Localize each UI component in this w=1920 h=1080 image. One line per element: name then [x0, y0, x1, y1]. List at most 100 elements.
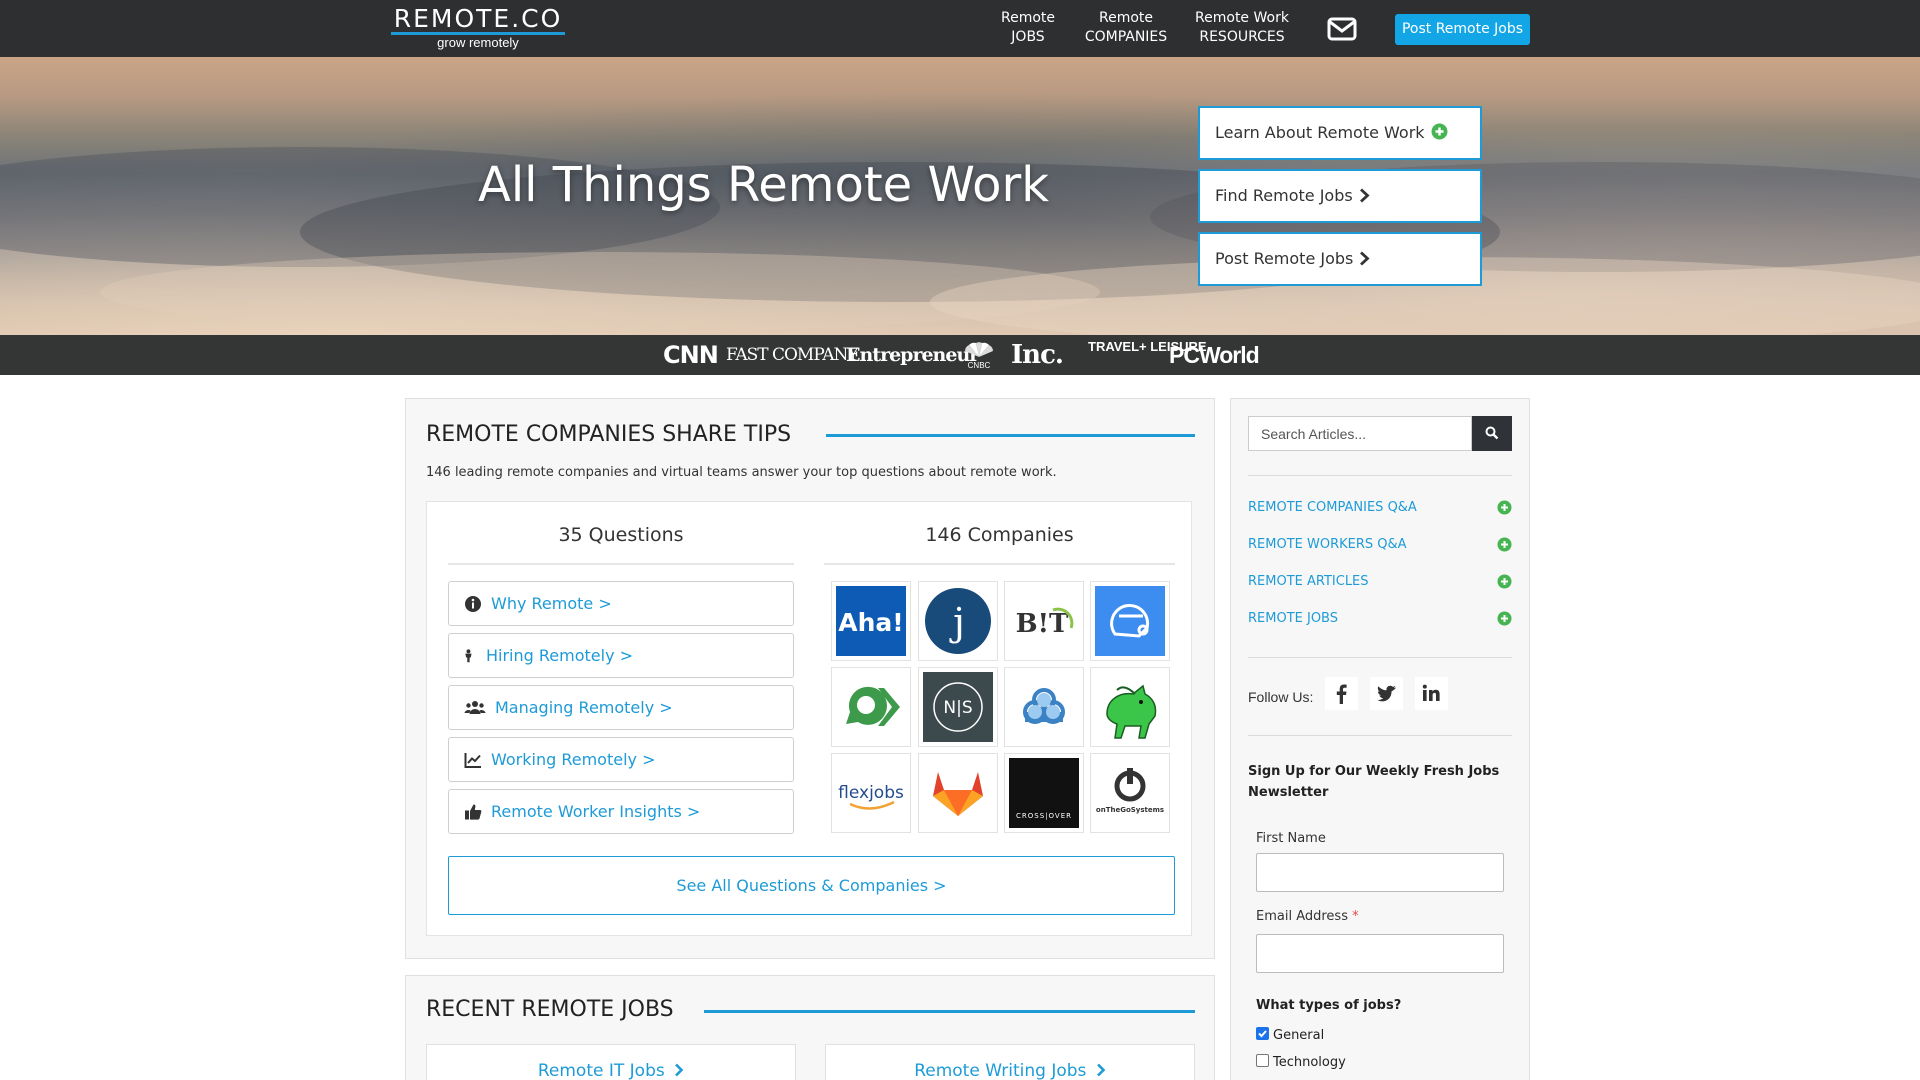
sidebar-divider [1248, 735, 1512, 736]
job-types-label: What types of jobs? [1256, 998, 1402, 1013]
company-logo-flexjobs[interactable]: flexjobs [831, 753, 911, 833]
remote-it-jobs-card[interactable]: Remote IT Jobs [426, 1044, 796, 1080]
managing-remotely-button[interactable]: Managing Remotely > [448, 685, 794, 730]
company-logo-cloud[interactable] [1004, 667, 1084, 747]
info-circle-icon [465, 596, 481, 612]
checkmark-icon [1258, 1030, 1267, 1038]
logo-text: flexjobs [838, 783, 904, 803]
remote-worker-insights-button[interactable]: Remote Worker Insights > [448, 789, 794, 834]
tips-section-title: REMOTE COMPANIES SHARE TIPS [426, 422, 792, 447]
company-logo-speech-arrow[interactable] [831, 667, 911, 747]
hero-button-label: Post Remote Jobs [1215, 249, 1354, 268]
logo-tagline: grow remotely [437, 35, 519, 50]
company-logo-onthegosystems[interactable]: onTheGoSystems [1090, 753, 1170, 833]
nav-link-line1: Remote Work [1195, 10, 1289, 26]
sidebar-divider [1248, 475, 1512, 476]
twitter-icon [1377, 685, 1396, 702]
cnbc-text: CNBC [968, 361, 991, 369]
chevron-right-icon [1096, 1063, 1106, 1077]
sidebar-link-label: REMOTE COMPANIES Q&A [1248, 500, 1417, 515]
general-checkbox-row[interactable]: General [1256, 1027, 1324, 1043]
plus-circle-icon [1497, 611, 1512, 626]
nav-link-line1: Remote [1098, 10, 1154, 26]
plus-circle-icon [1497, 574, 1512, 589]
search-articles-input[interactable] [1248, 416, 1472, 451]
post-remote-jobs-hero-button[interactable]: Post Remote Jobs [1198, 232, 1482, 286]
users-icon [464, 701, 486, 714]
job-card-label: Remote Writing Jobs [914, 1061, 1087, 1080]
find-remote-jobs-button[interactable]: Find Remote Jobs [1198, 169, 1482, 223]
company-logo-bull[interactable] [1090, 667, 1170, 747]
companies-heading: 146 Companies [925, 524, 1074, 546]
general-checkbox[interactable] [1256, 1027, 1269, 1040]
sidebar-link-remote-companies-qa[interactable]: REMOTE COMPANIES Q&A [1248, 497, 1512, 519]
search-icon [1485, 426, 1499, 440]
chevron-right-icon [1359, 173, 1370, 223]
linkedin-icon [1422, 684, 1440, 701]
sidebar-link-remote-articles[interactable]: REMOTE ARTICLES [1248, 571, 1512, 593]
company-logo-helmet[interactable] [1090, 581, 1170, 661]
hero-title: All Things Remote Work [478, 157, 1050, 213]
line-chart-icon [464, 753, 481, 768]
column-rule [448, 563, 794, 565]
questions-heading: 35 Questions [558, 524, 684, 546]
title-rule [704, 1010, 1195, 1013]
nav-link-line1: Remote [1000, 10, 1056, 26]
recent-jobs-panel: RECENT REMOTE JOBS Remote IT Jobs Remote… [405, 975, 1215, 1080]
twitter-button[interactable] [1370, 677, 1403, 710]
plus-circle-icon [1497, 500, 1512, 515]
question-label: Hiring Remotely > [486, 646, 634, 665]
sidebar: REMOTE COMPANIES Q&A REMOTE WORKERS Q&A … [1230, 398, 1530, 1080]
remote-writing-jobs-card[interactable]: Remote Writing Jobs [825, 1044, 1195, 1080]
cnbc-logo: CNBC [963, 339, 995, 379]
technology-checkbox-row[interactable]: Technology [1256, 1054, 1346, 1070]
company-logo-j[interactable]: j [918, 581, 998, 661]
press-logos-bar: CNN FAST COMPANY Entrepreneur CNBC Inc. … [0, 335, 1920, 375]
hero-button-label: Find Remote Jobs [1215, 186, 1353, 205]
facebook-button[interactable] [1325, 677, 1358, 710]
checkbox-label: General [1273, 1028, 1325, 1043]
top-nav: REMOTE.CO grow remotely Remote JOBS Remo… [0, 0, 1920, 57]
newsletter-title: Sign Up for Our Weekly Fresh Jobs Newsle… [1248, 764, 1500, 800]
working-remotely-button[interactable]: Working Remotely > [448, 737, 794, 782]
post-remote-jobs-button[interactable]: Post Remote Jobs [1395, 14, 1530, 45]
nav-remote-jobs[interactable]: Remote JOBS [993, 9, 1063, 47]
first-name-field[interactable] [1256, 853, 1504, 892]
nav-remote-work-resources[interactable]: Remote Work RESOURCES [1190, 9, 1294, 47]
required-asterisk: * [1352, 909, 1359, 924]
company-logo-bit[interactable]: B!T [1004, 581, 1084, 661]
why-remote-button[interactable]: Why Remote > [448, 581, 794, 626]
plus-circle-icon [1497, 537, 1512, 552]
site-logo[interactable]: REMOTE.CO grow remotely [390, 6, 566, 51]
linkedin-button[interactable] [1415, 677, 1448, 710]
email-address-field[interactable] [1256, 934, 1504, 973]
column-rule [824, 563, 1175, 565]
sidebar-link-remote-workers-qa[interactable]: REMOTE WORKERS Q&A [1248, 534, 1512, 556]
company-logo-ns[interactable]: N|S [918, 667, 998, 747]
search-button[interactable] [1472, 416, 1512, 451]
thumbs-up-icon [465, 804, 482, 820]
question-label: Working Remotely > [491, 750, 656, 769]
sidebar-link-remote-jobs[interactable]: REMOTE JOBS [1248, 608, 1512, 630]
hero-button-label: Learn About Remote Work [1215, 123, 1425, 142]
chevron-right-icon [675, 1063, 684, 1077]
fast-company-logo: FAST COMPANY [726, 345, 859, 365]
see-all-questions-companies-button[interactable]: See All Questions & Companies > [448, 856, 1175, 915]
logo-text: REMOTE.CO [393, 4, 563, 33]
nav-link-line2: RESOURCES [1199, 29, 1285, 45]
email-address-label: Email Address * [1256, 909, 1359, 924]
company-logo-crossover[interactable]: CROSS|OVER [1004, 753, 1084, 833]
technology-checkbox[interactable] [1256, 1054, 1269, 1067]
sidebar-link-label: REMOTE ARTICLES [1248, 574, 1369, 589]
learn-about-remote-work-button[interactable]: Learn About Remote Work [1198, 106, 1482, 160]
hiring-remotely-button[interactable]: Hiring Remotely > [448, 633, 794, 678]
question-label: Managing Remotely > [495, 698, 673, 717]
envelope-icon[interactable] [1327, 17, 1357, 41]
company-logo-gitlab[interactable] [918, 753, 998, 833]
question-label: Why Remote > [491, 594, 612, 613]
nav-remote-companies[interactable]: Remote COMPANIES [1080, 9, 1172, 47]
checkbox-label: Technology [1273, 1055, 1346, 1070]
sidebar-link-label: REMOTE WORKERS Q&A [1248, 537, 1407, 552]
logo-text: Aha! [838, 608, 903, 637]
company-logo-aha[interactable]: Aha! [831, 581, 911, 661]
